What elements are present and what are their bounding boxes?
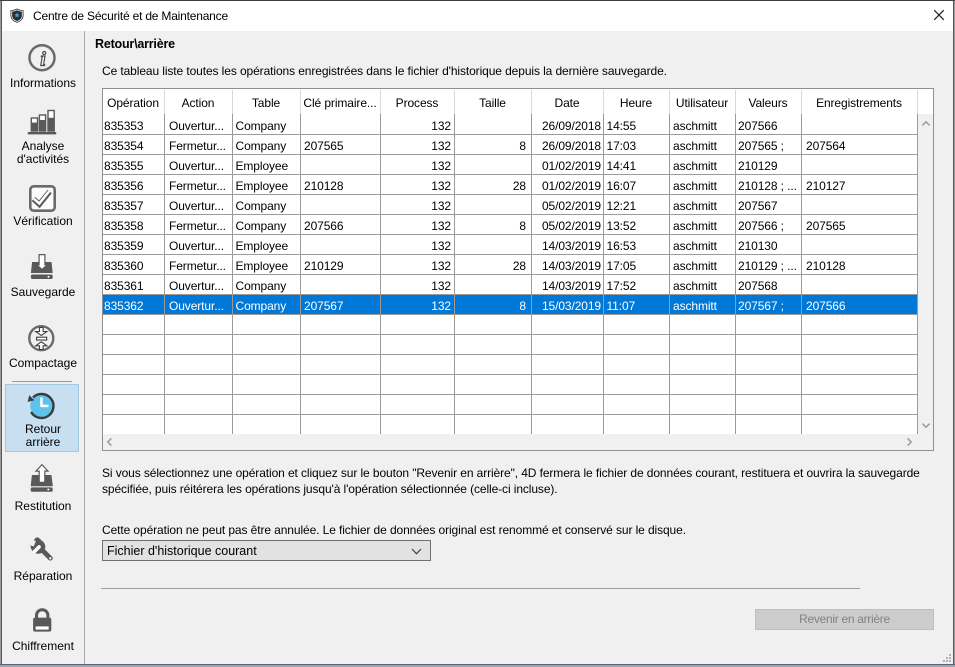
svg-text:i: i bbox=[40, 49, 46, 71]
